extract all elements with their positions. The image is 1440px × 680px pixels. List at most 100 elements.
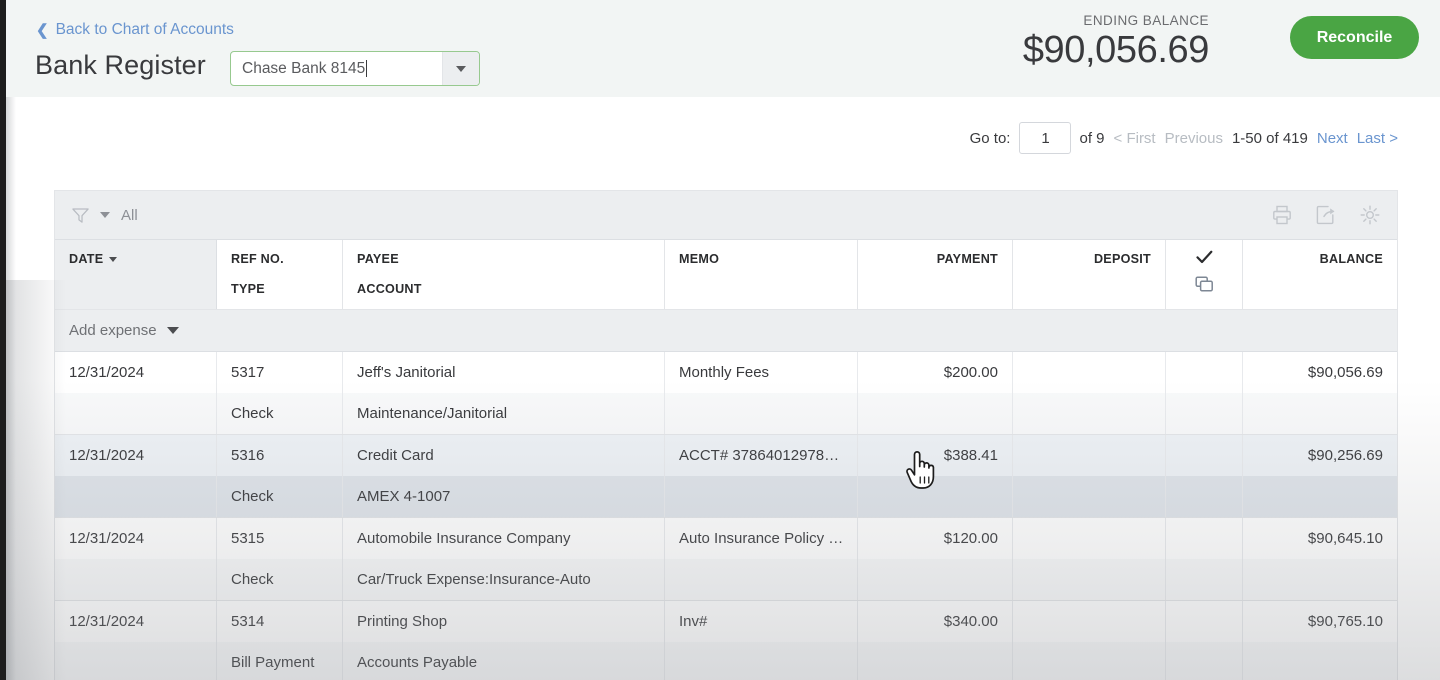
cell-deposit bbox=[1013, 601, 1166, 642]
printer-icon[interactable] bbox=[1271, 204, 1293, 226]
cell-date-secondary bbox=[55, 476, 217, 517]
account-select-value: Chase Bank 8145 bbox=[242, 60, 365, 78]
table-row[interactable]: 12/31/20245317Jeff's JanitorialMonthly F… bbox=[55, 352, 1397, 435]
back-to-chart-of-accounts-link[interactable]: ❮ Back to Chart of Accounts bbox=[36, 21, 234, 39]
column-header-memo[interactable]: MEMO bbox=[665, 240, 858, 309]
cell-memo: Monthly Fees bbox=[665, 352, 858, 393]
column-header-payee[interactable]: PAYEE ACCOUNT bbox=[343, 240, 665, 309]
back-link-label: Back to Chart of Accounts bbox=[56, 21, 234, 39]
filter-group[interactable]: All bbox=[71, 206, 138, 225]
column-header-payment[interactable]: PAYMENT bbox=[858, 240, 1013, 309]
table-row[interactable]: 12/31/20245315Automobile Insurance Compa… bbox=[55, 518, 1397, 601]
cell-memo-secondary bbox=[665, 476, 858, 517]
column-header-date-label: DATE bbox=[69, 252, 103, 266]
table-row-line-1: 12/31/20245315Automobile Insurance Compa… bbox=[55, 518, 1397, 559]
column-header-deposit-label: DEPOSIT bbox=[1094, 252, 1151, 266]
cell-payment-secondary bbox=[858, 393, 1013, 434]
text-caret bbox=[366, 60, 367, 77]
cell-date-secondary bbox=[55, 642, 217, 680]
toolbar-actions bbox=[1271, 191, 1381, 239]
table-row-line-2: CheckCar/Truck Expense:Insurance-Auto bbox=[55, 559, 1397, 600]
account-select[interactable]: Chase Bank 8145 bbox=[230, 51, 480, 86]
cell-deposit bbox=[1013, 435, 1166, 476]
cell-balance: $90,645.10 bbox=[1243, 518, 1397, 559]
ending-balance-block: ENDING BALANCE $90,056.69 bbox=[1023, 13, 1209, 71]
next-page-link[interactable]: Next bbox=[1317, 130, 1348, 147]
table-row-line-1: 12/31/20245316Credit CardACCT# 378640129… bbox=[55, 435, 1397, 476]
chevron-down-icon bbox=[456, 66, 466, 72]
column-header-memo-label: MEMO bbox=[679, 252, 843, 266]
cell-payment: $340.00 bbox=[858, 601, 1013, 642]
account-select-dropdown-button[interactable] bbox=[442, 52, 479, 85]
filter-label[interactable]: All bbox=[121, 207, 138, 224]
cell-memo-secondary bbox=[665, 559, 858, 600]
cell-memo-secondary bbox=[665, 642, 858, 680]
cell-date: 12/31/2024 bbox=[55, 435, 217, 476]
cell-date: 12/31/2024 bbox=[55, 518, 217, 559]
column-header-payment-label: PAYMENT bbox=[937, 252, 998, 266]
cell-type: Bill Payment bbox=[217, 642, 343, 680]
cell-deposit-secondary bbox=[1013, 642, 1166, 680]
ending-balance-label: ENDING BALANCE bbox=[1023, 13, 1209, 28]
table-row[interactable]: 12/31/20245314Printing ShopInv#$340.00$9… bbox=[55, 601, 1397, 680]
table-row-line-1: 12/31/20245314Printing ShopInv#$340.00$9… bbox=[55, 601, 1397, 642]
gear-icon[interactable] bbox=[1359, 204, 1381, 226]
cell-balance: $90,765.10 bbox=[1243, 601, 1397, 642]
column-header-reconcile-status[interactable] bbox=[1166, 240, 1243, 309]
cell-deposit-secondary bbox=[1013, 559, 1166, 600]
cell-account: Car/Truck Expense:Insurance-Auto bbox=[343, 559, 665, 600]
table-row-line-2: CheckMaintenance/Janitorial bbox=[55, 393, 1397, 434]
first-page-link[interactable]: < First bbox=[1114, 130, 1156, 147]
page-header: ❮ Back to Chart of Accounts Bank Registe… bbox=[0, 0, 1440, 97]
sort-descending-caret-icon[interactable] bbox=[109, 257, 117, 262]
chevron-down-icon[interactable] bbox=[100, 212, 110, 218]
cell-reconcile-status-secondary bbox=[1166, 393, 1243, 434]
cell-deposit bbox=[1013, 518, 1166, 559]
left-edge-shadow bbox=[6, 97, 16, 680]
cell-payee: Printing Shop bbox=[343, 601, 665, 642]
page-number-input[interactable] bbox=[1019, 122, 1071, 154]
ending-balance-amount: $90,056.69 bbox=[1023, 30, 1209, 71]
reconcile-button[interactable]: Reconcile bbox=[1290, 16, 1419, 59]
cell-payee: Jeff's Janitorial bbox=[343, 352, 665, 393]
chevron-down-icon[interactable] bbox=[167, 327, 179, 334]
cell-payment-secondary bbox=[858, 476, 1013, 517]
last-page-link[interactable]: Last > bbox=[1357, 130, 1398, 147]
table-row-line-1: 12/31/20245317Jeff's JanitorialMonthly F… bbox=[55, 352, 1397, 393]
chevron-left-icon: ❮ bbox=[36, 23, 49, 38]
add-expense-row[interactable]: Add expense bbox=[55, 310, 1397, 352]
cell-ref-no: 5317 bbox=[217, 352, 343, 393]
cell-balance-secondary bbox=[1243, 476, 1397, 517]
cell-balance-secondary bbox=[1243, 642, 1397, 680]
page-title: Bank Register bbox=[35, 50, 206, 81]
export-icon[interactable] bbox=[1315, 204, 1337, 226]
cell-reconcile-status-secondary bbox=[1166, 476, 1243, 517]
previous-page-link[interactable]: Previous bbox=[1165, 130, 1223, 147]
total-pages-label: of 9 bbox=[1079, 130, 1104, 147]
column-header-date[interactable]: DATE bbox=[55, 240, 217, 309]
cell-date-secondary bbox=[55, 393, 217, 434]
cell-ref-no: 5316 bbox=[217, 435, 343, 476]
copy-icon[interactable] bbox=[1195, 275, 1214, 293]
column-header-deposit[interactable]: DEPOSIT bbox=[1013, 240, 1166, 309]
account-select-value-wrap[interactable]: Chase Bank 8145 bbox=[231, 52, 442, 85]
cell-reconcile-status bbox=[1166, 352, 1243, 393]
pagination-controls: Go to: of 9 < First Previous 1-50 of 419… bbox=[970, 122, 1398, 154]
cell-memo-secondary bbox=[665, 393, 858, 434]
funnel-icon[interactable] bbox=[71, 206, 90, 225]
cell-payment-secondary bbox=[858, 642, 1013, 680]
cell-date: 12/31/2024 bbox=[55, 601, 217, 642]
cell-reconcile-status bbox=[1166, 601, 1243, 642]
cell-payment: $388.41 bbox=[858, 435, 1013, 476]
column-header-balance[interactable]: BALANCE bbox=[1243, 240, 1397, 309]
cell-reconcile-status bbox=[1166, 435, 1243, 476]
cell-reconcile-status bbox=[1166, 518, 1243, 559]
table-row[interactable]: 12/31/20245316Credit CardACCT# 378640129… bbox=[55, 435, 1397, 518]
cell-balance: $90,256.69 bbox=[1243, 435, 1397, 476]
add-expense-label: Add expense bbox=[69, 322, 157, 339]
bank-register-page: ❮ Back to Chart of Accounts Bank Registe… bbox=[0, 0, 1440, 680]
cell-memo: Auto Insurance Policy … bbox=[665, 518, 858, 559]
table-toolbar: All bbox=[55, 191, 1397, 240]
cell-payment: $200.00 bbox=[858, 352, 1013, 393]
column-header-ref-no[interactable]: REF NO. TYPE bbox=[217, 240, 343, 309]
